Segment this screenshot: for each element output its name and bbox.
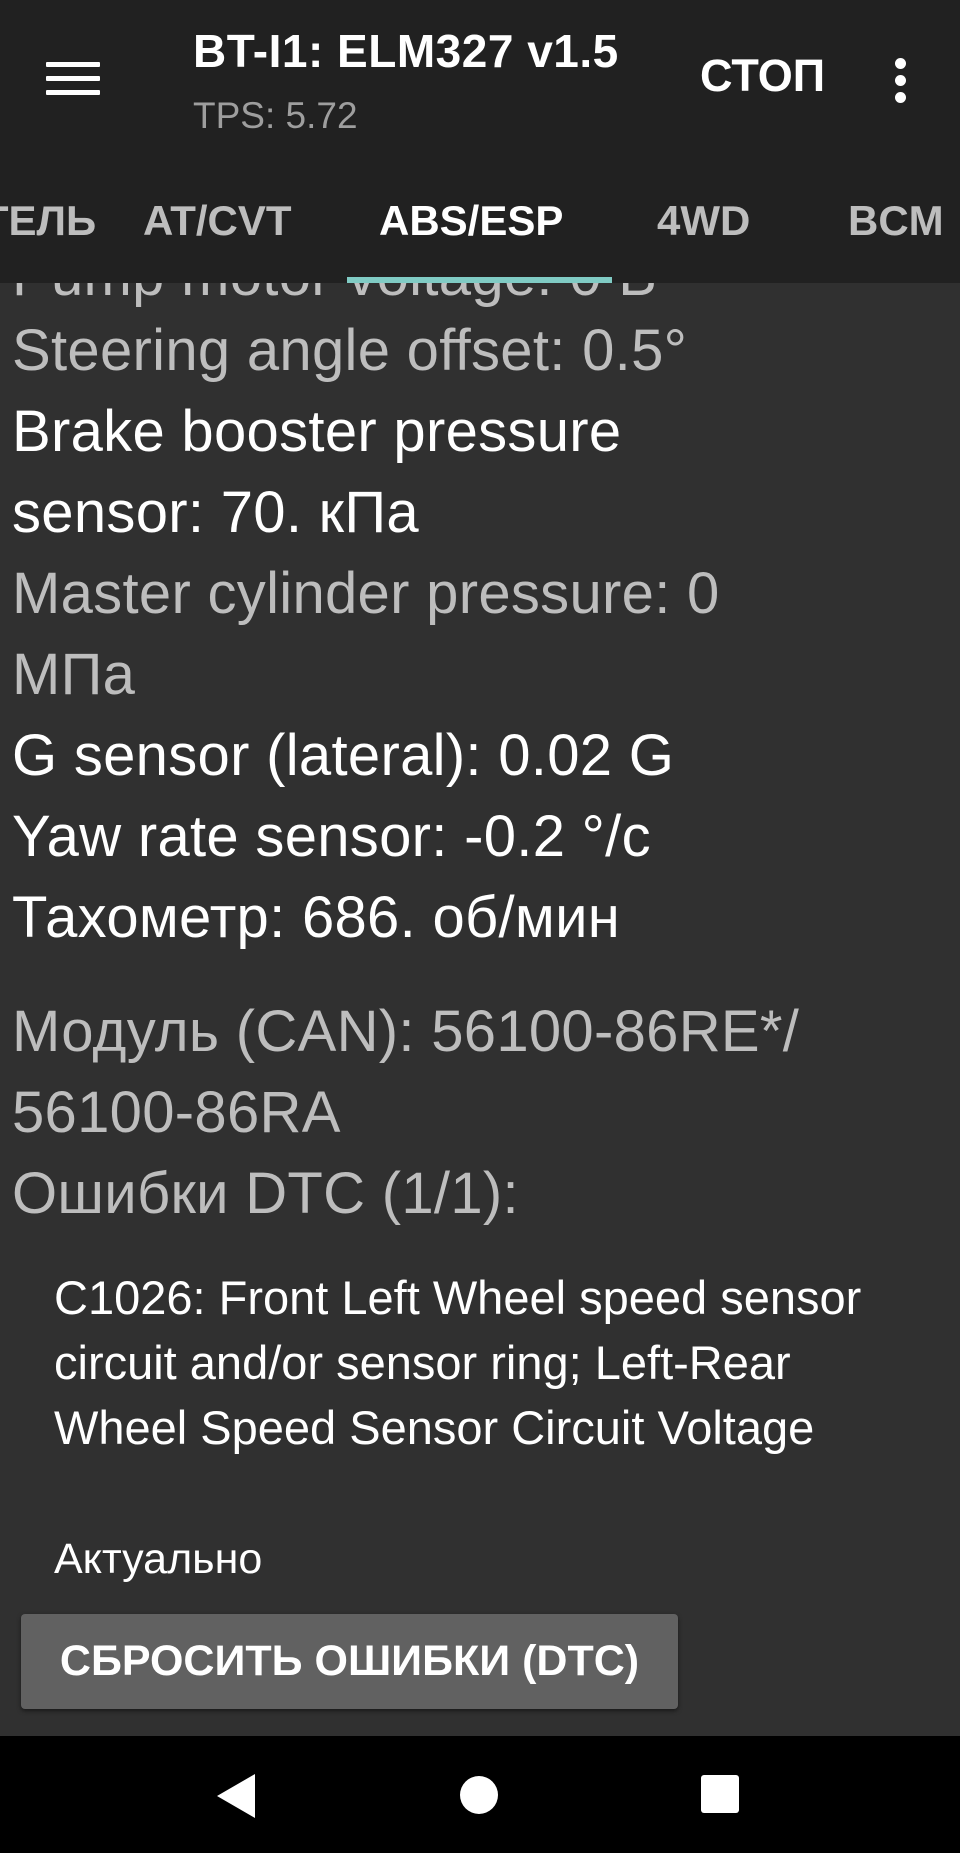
param-master-cylinder-line2: МПа	[12, 642, 136, 707]
tab-bar: ДВИГАТЕЛЬ AT/CVT ABS/ESP 4WD BCM	[0, 165, 960, 283]
home-icon[interactable]	[460, 1776, 498, 1814]
module-can-line1: Модуль (CAN): 56100-86RE*/	[12, 999, 800, 1064]
app-title: BT-I1: ELM327 v1.5	[193, 25, 619, 77]
recents-icon[interactable]	[701, 1775, 739, 1813]
more-vertical-icon[interactable]	[893, 58, 909, 104]
hamburger-menu-icon[interactable]	[46, 62, 100, 96]
param-g-sensor-lateral: G sensor (lateral): 0.02 G	[12, 723, 675, 788]
back-icon[interactable]	[217, 1774, 255, 1818]
param-master-cylinder-line1: Master cylinder pressure: 0	[12, 561, 720, 626]
tab-4wd[interactable]: 4WD	[657, 165, 750, 283]
module-can-line2: 56100-86RA	[12, 1080, 341, 1145]
dtc-status: Актуально	[54, 1535, 263, 1583]
stop-button[interactable]: СТОП	[700, 50, 825, 102]
dtc-description: C1026: Front Left Wheel speed sensor cir…	[54, 1271, 862, 1454]
parameter-list[interactable]: Pump motor voltage: 0 В Steering angle o…	[0, 283, 960, 1736]
param-brake-booster-line1: Brake booster pressure	[12, 399, 622, 464]
app-bar: BT-I1: ELM327 v1.5 TPS: 5.72 СТОП	[0, 0, 960, 165]
param-tachometer: Тахометр: 686. об/мин	[12, 885, 621, 950]
reset-dtc-button[interactable]: СБРОСИТЬ ОШИБКИ (DTC)	[21, 1614, 678, 1709]
dtc-header: Ошибки DTC (1/1):	[12, 1161, 519, 1226]
tab-engine[interactable]: ДВИГАТЕЛЬ	[0, 165, 96, 283]
param-steering-angle-offset: Steering angle offset: 0.5°	[12, 318, 688, 383]
param-brake-booster-line2: sensor: 70. кПа	[12, 480, 419, 545]
tab-abs-esp[interactable]: ABS/ESP	[379, 165, 563, 283]
tab-bcm[interactable]: BCM	[848, 165, 944, 283]
tab-at-cvt[interactable]: AT/CVT	[143, 165, 292, 283]
tps-subtitle: TPS: 5.72	[193, 95, 358, 136]
param-yaw-rate-sensor: Yaw rate sensor: -0.2 °/c	[12, 804, 651, 869]
